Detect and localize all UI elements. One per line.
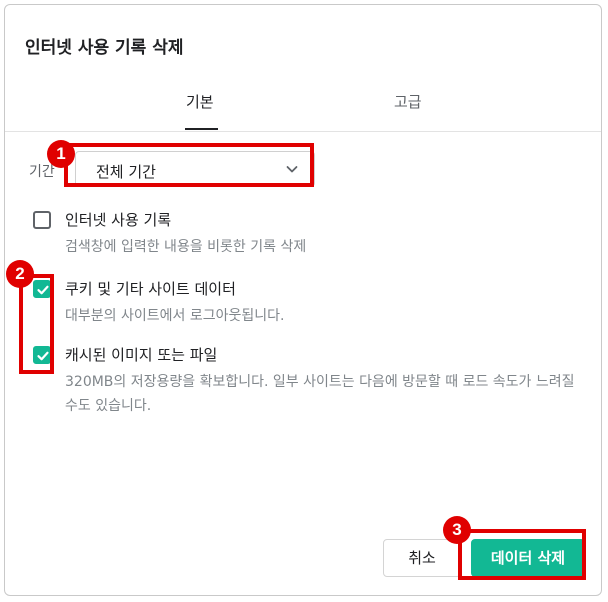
tab-basic[interactable]: 기본 bbox=[186, 91, 214, 112]
option-title: 쿠키 및 기타 사이트 데이터 bbox=[65, 280, 236, 298]
annotation-badge-3: 3 bbox=[443, 516, 471, 544]
cancel-button[interactable]: 취소 bbox=[383, 539, 461, 577]
annotation-badge-2: 2 bbox=[6, 260, 34, 288]
clear-browsing-data-dialog: 인터넷 사용 기록 삭제 기본 고급 기간 전체 기간 인터넷 사용 기록 검색… bbox=[4, 4, 602, 596]
highlight-box-delete bbox=[458, 529, 586, 580]
highlight-box-period bbox=[64, 143, 314, 187]
option-title: 인터넷 사용 기록 bbox=[65, 211, 172, 229]
divider bbox=[5, 131, 601, 132]
option-title: 캐시된 이미지 또는 파일 bbox=[65, 346, 218, 364]
option-desc: 검색창에 입력한 내용을 비롯한 기록 삭제 bbox=[65, 239, 307, 255]
browsing-history-checkbox[interactable] bbox=[33, 211, 51, 229]
tab-selected-indicator bbox=[185, 128, 218, 130]
tab-bar: 기본 고급 bbox=[5, 91, 601, 133]
dialog-title: 인터넷 사용 기록 삭제 bbox=[25, 38, 184, 58]
option-desc: 대부분의 사이트에서 로그아웃됩니다. bbox=[65, 308, 285, 324]
annotation-badge-1: 1 bbox=[47, 140, 75, 168]
highlight-box-checkboxes bbox=[19, 274, 54, 374]
option-desc: 320MB의 저장용량을 확보합니다. 일부 사이트는 다음에 방문할 때 로드… bbox=[65, 374, 575, 414]
tab-advanced[interactable]: 고급 bbox=[394, 91, 422, 112]
